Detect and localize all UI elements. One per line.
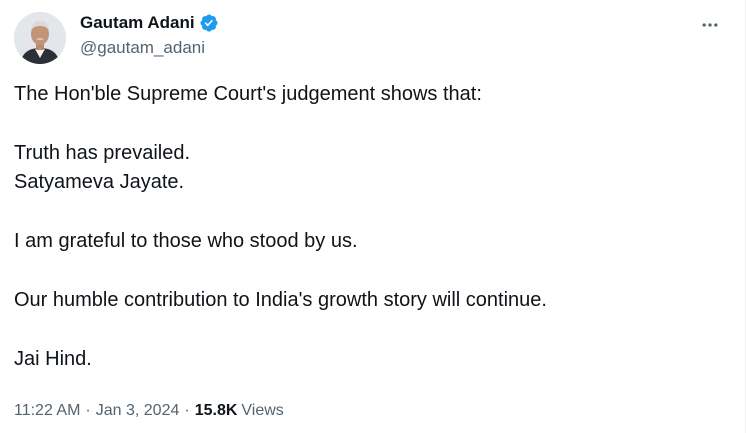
tweet-line: The Hon'ble Supreme Court's judgement sh… [14,83,482,105]
tweet-line: I am grateful to those who stood by us. [14,230,358,252]
views-label: Views [241,402,284,419]
tweet-meta: 11:22 AM · Jan 3, 2024 · 15.8K Views [14,399,284,423]
meta-separator: · [85,402,91,419]
name-row: Gautam Adani [80,12,219,34]
verified-badge-icon[interactable] [199,13,219,33]
tweet-text: The Hon'ble Supreme Court's judgement sh… [14,80,724,374]
tweet-line: Truth has prevailed. [14,142,191,164]
avatar[interactable] [14,12,66,64]
views-count: 15.8K [194,402,238,419]
tweet-date[interactable]: Jan 3, 2024 [96,399,180,423]
meta-separator: · [184,402,190,419]
user-handle[interactable]: @gautam_adani [80,36,219,60]
author-info: Gautam Adani @gautam_adani [80,12,219,60]
display-name[interactable]: Gautam Adani [80,12,195,34]
tweet-line: Satyameva Jayate. [14,171,185,193]
more-horizontal-icon[interactable] [697,12,723,38]
avatar-image [14,12,66,64]
tweet-line: Our humble contribution to India's growt… [14,289,547,311]
tweet-time[interactable]: 11:22 AM [14,399,80,423]
tweet-card: Gautam Adani @gautam_adani The Hon'ble S… [0,0,746,433]
tweet-line: Jai Hind. [14,348,92,370]
